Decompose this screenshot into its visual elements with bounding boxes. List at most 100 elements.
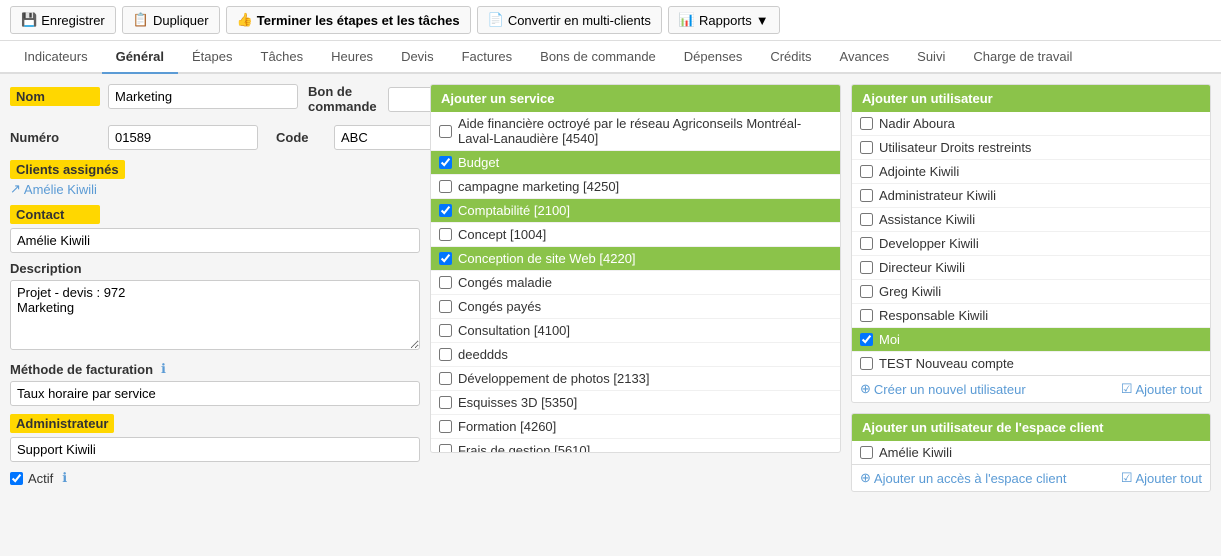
billing-label: Méthode de facturation	[10, 362, 153, 377]
admin-label: Administrateur	[10, 414, 114, 433]
finish-button[interactable]: 👍 Terminer les étapes et les tâches	[226, 6, 471, 34]
service-item-label: Formation [4260]	[458, 419, 832, 434]
user-item: Developper Kiwili	[852, 232, 1210, 256]
service-checkbox[interactable]	[439, 444, 452, 452]
service-item-label: Consultation [4100]	[458, 323, 832, 338]
user-item-label: TEST Nouveau compte	[879, 356, 1202, 371]
service-checkbox[interactable]	[439, 125, 452, 138]
nom-input[interactable]	[108, 84, 298, 109]
add-access-link[interactable]: ⊕ Ajouter un accès à l'espace client	[860, 470, 1066, 486]
tab-avances[interactable]: Avances	[826, 41, 904, 74]
service-checkbox[interactable]	[439, 372, 452, 385]
add-all-clients-link[interactable]: ☑ Ajouter tout	[1121, 470, 1202, 486]
create-user-link[interactable]: ⊕ Créer un nouvel utilisateur	[860, 381, 1026, 397]
tab-factures[interactable]: Factures	[448, 41, 527, 74]
user-checkbox[interactable]	[860, 141, 873, 154]
service-item-label: Congés maladie	[458, 275, 832, 290]
client-space-section: Ajouter un utilisateur de l'espace clien…	[851, 413, 1211, 492]
service-checkbox[interactable]	[439, 156, 452, 169]
tab-credits[interactable]: Crédits	[756, 41, 825, 74]
service-item: Comptabilité [2100]	[431, 199, 840, 223]
user-checkbox[interactable]	[860, 189, 873, 202]
user-item: Utilisateur Droits restreints	[852, 136, 1210, 160]
billing-info-icon[interactable]: ℹ	[161, 361, 166, 377]
service-item-label: Esquisses 3D [5350]	[458, 395, 832, 410]
service-checkbox[interactable]	[439, 228, 452, 241]
user-item: Adjointe Kiwili	[852, 160, 1210, 184]
contact-select[interactable]: Amélie Kiwili	[10, 228, 420, 253]
save-icon: 💾	[21, 12, 37, 28]
actif-row: Actif ℹ	[10, 470, 420, 486]
user-item: Assistance Kiwili	[852, 208, 1210, 232]
tab-suivi[interactable]: Suivi	[903, 41, 959, 74]
user-item-label: Responsable Kiwili	[879, 308, 1202, 323]
user-checkbox[interactable]	[860, 309, 873, 322]
numero-label: Numéro	[10, 130, 100, 145]
service-checkbox[interactable]	[439, 276, 452, 289]
user-item-label: Utilisateur Droits restreints	[879, 140, 1202, 155]
user-checkbox[interactable]	[860, 333, 873, 346]
dropdown-icon: ▼	[756, 13, 769, 28]
service-checkbox[interactable]	[439, 396, 452, 409]
numero-input[interactable]	[108, 125, 258, 150]
service-list[interactable]: Aide financière octroyé par le réseau Ag…	[431, 112, 840, 452]
reports-button[interactable]: 📊 Rapports ▼	[668, 6, 780, 34]
users-section: Ajouter un utilisateur Nadir Aboura Util…	[851, 84, 1211, 403]
client-link[interactable]: ↗ Amélie Kiwili	[10, 181, 420, 197]
user-checkbox[interactable]	[860, 285, 873, 298]
checkmark-all-icon: ☑	[1121, 470, 1133, 486]
user-item-label: Greg Kiwili	[879, 284, 1202, 299]
tab-heures[interactable]: Heures	[317, 41, 387, 74]
service-checkbox[interactable]	[439, 420, 452, 433]
service-item: deeddds	[431, 343, 840, 367]
service-item-label: Budget	[458, 155, 832, 170]
actif-info-icon[interactable]: ℹ	[62, 470, 67, 486]
description-textarea[interactable]: Projet - devis : 972 Marketing	[10, 280, 420, 350]
user-item: Moi	[852, 328, 1210, 352]
user-checkbox[interactable]	[860, 357, 873, 370]
toolbar: 💾 Enregistrer 📋 Dupliquer 👍 Terminer les…	[0, 0, 1221, 41]
user-checkbox[interactable]	[860, 237, 873, 250]
add-access-icon: ⊕	[860, 470, 871, 486]
tab-etapes[interactable]: Étapes	[178, 41, 246, 74]
clients-label: Clients assignés	[10, 160, 125, 179]
add-all-users-link[interactable]: ☑ Ajouter tout	[1121, 381, 1202, 397]
nom-label: Nom	[10, 87, 100, 106]
user-checkbox[interactable]	[860, 117, 873, 130]
tab-devis[interactable]: Devis	[387, 41, 448, 74]
user-checkbox[interactable]	[860, 165, 873, 178]
billing-select[interactable]: Taux horaire par service	[10, 381, 420, 406]
tab-charge-travail[interactable]: Charge de travail	[959, 41, 1086, 74]
user-item: Responsable Kiwili	[852, 304, 1210, 328]
service-checkbox[interactable]	[439, 348, 452, 361]
save-button[interactable]: 💾 Enregistrer	[10, 6, 116, 34]
service-item: Congés maladie	[431, 271, 840, 295]
client-space-footer: ⊕ Ajouter un accès à l'espace client ☑ A…	[852, 464, 1210, 491]
bon-commande-label: Bon de commande	[308, 84, 380, 114]
finish-icon: 👍	[237, 12, 253, 28]
convert-button[interactable]: 📄 Convertir en multi-clients	[477, 6, 662, 34]
user-checkbox[interactable]	[860, 213, 873, 226]
actif-checkbox[interactable]	[10, 472, 23, 485]
reports-icon: 📊	[679, 12, 695, 28]
tab-general[interactable]: Général	[102, 41, 178, 74]
tab-bons-commande[interactable]: Bons de commande	[526, 41, 670, 74]
service-item-label: Aide financière octroyé par le réseau Ag…	[458, 116, 832, 146]
user-item-label: Adjointe Kiwili	[879, 164, 1202, 179]
tab-depenses[interactable]: Dépenses	[670, 41, 757, 74]
service-checkbox[interactable]	[439, 180, 452, 193]
service-checkbox[interactable]	[439, 300, 452, 313]
user-list: Nadir Aboura Utilisateur Droits restrein…	[852, 112, 1210, 375]
services-section: Ajouter un service Aide financière octro…	[430, 84, 841, 453]
duplicate-button[interactable]: 📋 Dupliquer	[122, 6, 220, 34]
tab-taches[interactable]: Tâches	[247, 41, 318, 74]
tab-indicateurs[interactable]: Indicateurs	[10, 41, 102, 74]
admin-select[interactable]: Support Kiwili	[10, 437, 420, 462]
description-label: Description	[10, 261, 420, 276]
service-checkbox[interactable]	[439, 204, 452, 217]
service-checkbox[interactable]	[439, 252, 452, 265]
service-checkbox[interactable]	[439, 324, 452, 337]
user-item-label: Administrateur Kiwili	[879, 188, 1202, 203]
user-checkbox[interactable]	[860, 261, 873, 274]
client-space-checkbox[interactable]	[860, 446, 873, 459]
